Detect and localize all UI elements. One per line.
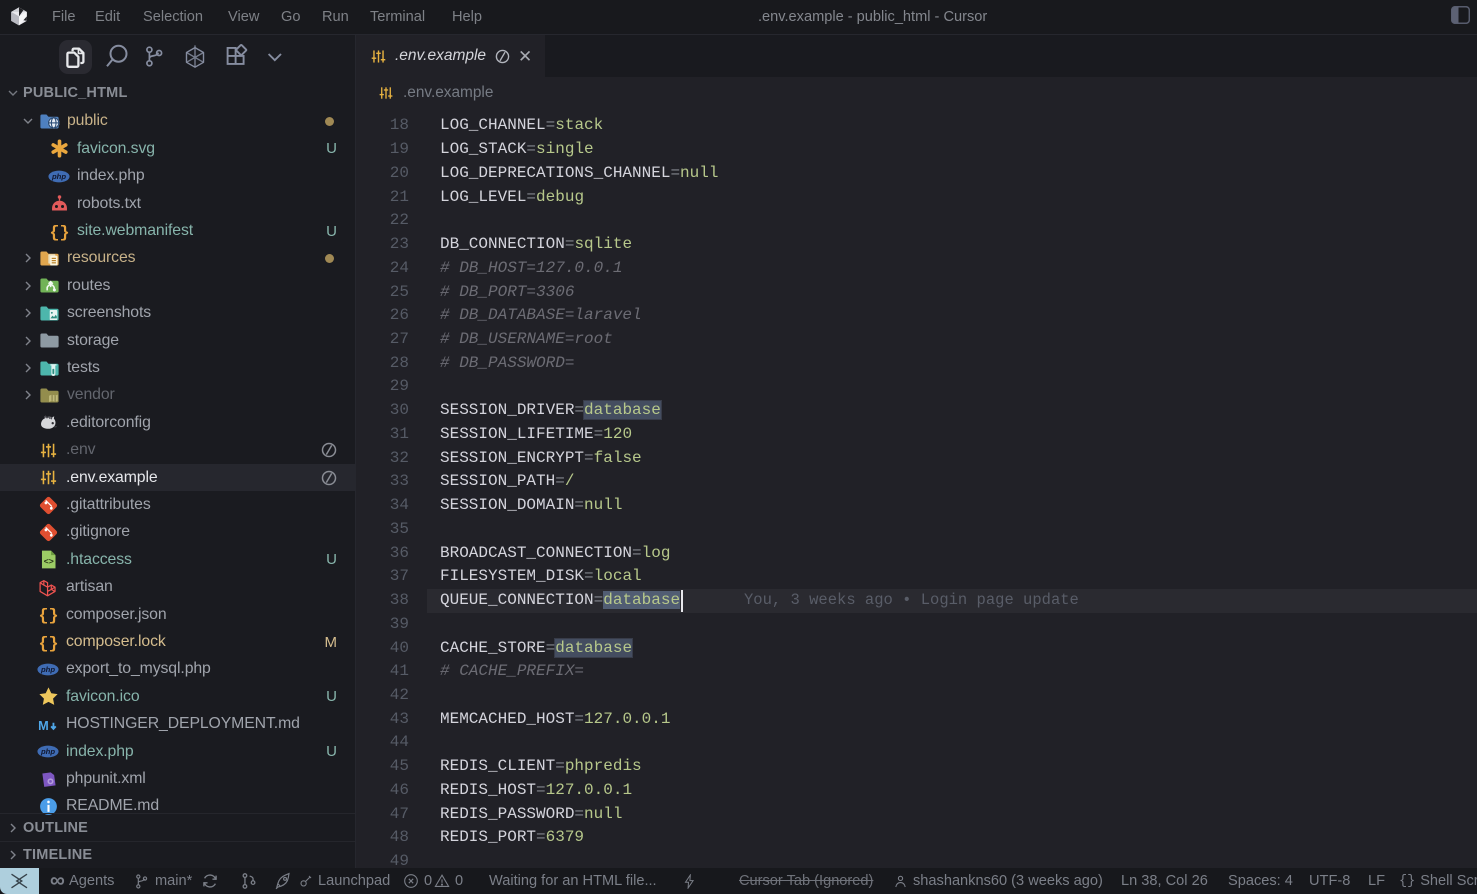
svg-text:php: php [51, 172, 66, 181]
svg-text:M: M [38, 718, 49, 733]
svg-text:php: php [40, 747, 55, 756]
svg-text:<>: <> [43, 557, 53, 567]
svg-text:{}: {} [38, 635, 58, 653]
svg-text:php: php [40, 665, 55, 674]
svg-text:{}: {} [38, 607, 58, 625]
svg-text:{}: {} [49, 224, 69, 242]
